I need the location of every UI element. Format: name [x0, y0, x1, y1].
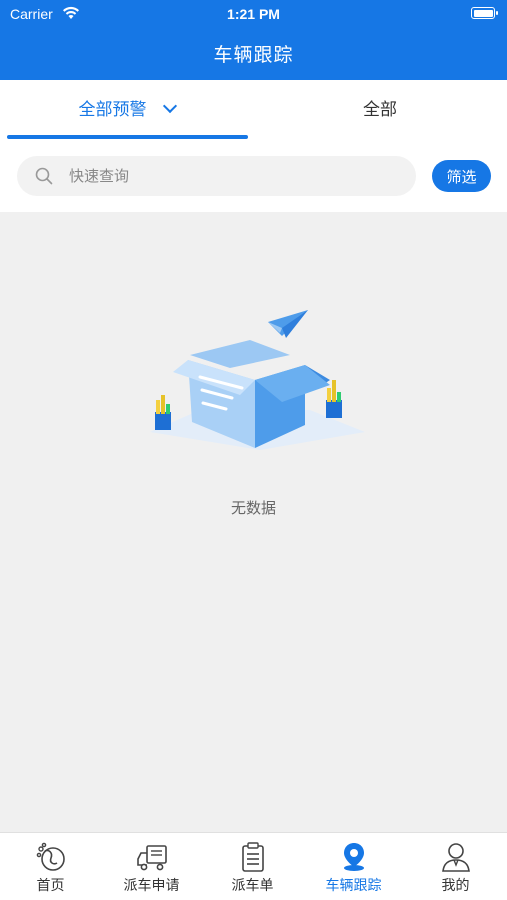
tabbar-label: 派车单 — [231, 878, 274, 894]
clipboard-icon — [242, 842, 264, 872]
tabbar-item-home[interactable]: 首页 — [0, 833, 101, 900]
search-row: 筛选 — [0, 140, 507, 212]
tabbar-label: 我的 — [441, 878, 470, 894]
page-title: 车辆跟踪 — [213, 44, 294, 66]
bottom-tab-bar: 首页 派车申请 派车单 车辆跟踪 我的 — [0, 832, 507, 900]
empty-state-text: 无数据 — [230, 499, 276, 517]
location-pin-icon — [344, 843, 364, 871]
tab-all[interactable]: 全部 — [253, 80, 507, 140]
battery-icon — [471, 7, 498, 19]
header: Carrier 1:21 PM 车辆跟踪 — [0, 0, 507, 80]
status-bar: Carrier 1:21 PM — [0, 0, 507, 28]
tabbar-label: 车辆跟踪 — [325, 878, 382, 894]
tabbar-item-dispatch-request[interactable]: 派车申请 — [101, 833, 202, 900]
home-icon — [36, 842, 65, 871]
chevron-down-icon — [162, 98, 177, 114]
tab-label: 全部预警 — [78, 100, 147, 120]
search-box[interactable] — [17, 156, 416, 196]
empty-box-illustration — [150, 310, 365, 450]
tab-bar: 全部预警 全部 — [0, 80, 507, 140]
tabbar-item-dispatch-orders[interactable]: 派车单 — [202, 833, 303, 900]
user-icon — [442, 843, 470, 872]
search-icon — [35, 167, 53, 185]
tab-all-alerts[interactable]: 全部预警 — [0, 80, 253, 140]
clock: 1:21 PM — [227, 6, 280, 22]
filter-button[interactable]: 筛选 — [432, 160, 491, 192]
tabbar-item-me[interactable]: 我的 — [405, 833, 506, 900]
tabbar-label: 派车申请 — [123, 878, 180, 894]
tabbar-item-vehicle-tracking[interactable]: 车辆跟踪 — [303, 833, 404, 900]
search-input[interactable] — [69, 156, 399, 196]
truck-icon — [137, 845, 167, 871]
tab-active-indicator — [7, 135, 248, 139]
tabbar-label: 首页 — [36, 878, 65, 894]
tab-label: 全部 — [363, 100, 397, 120]
